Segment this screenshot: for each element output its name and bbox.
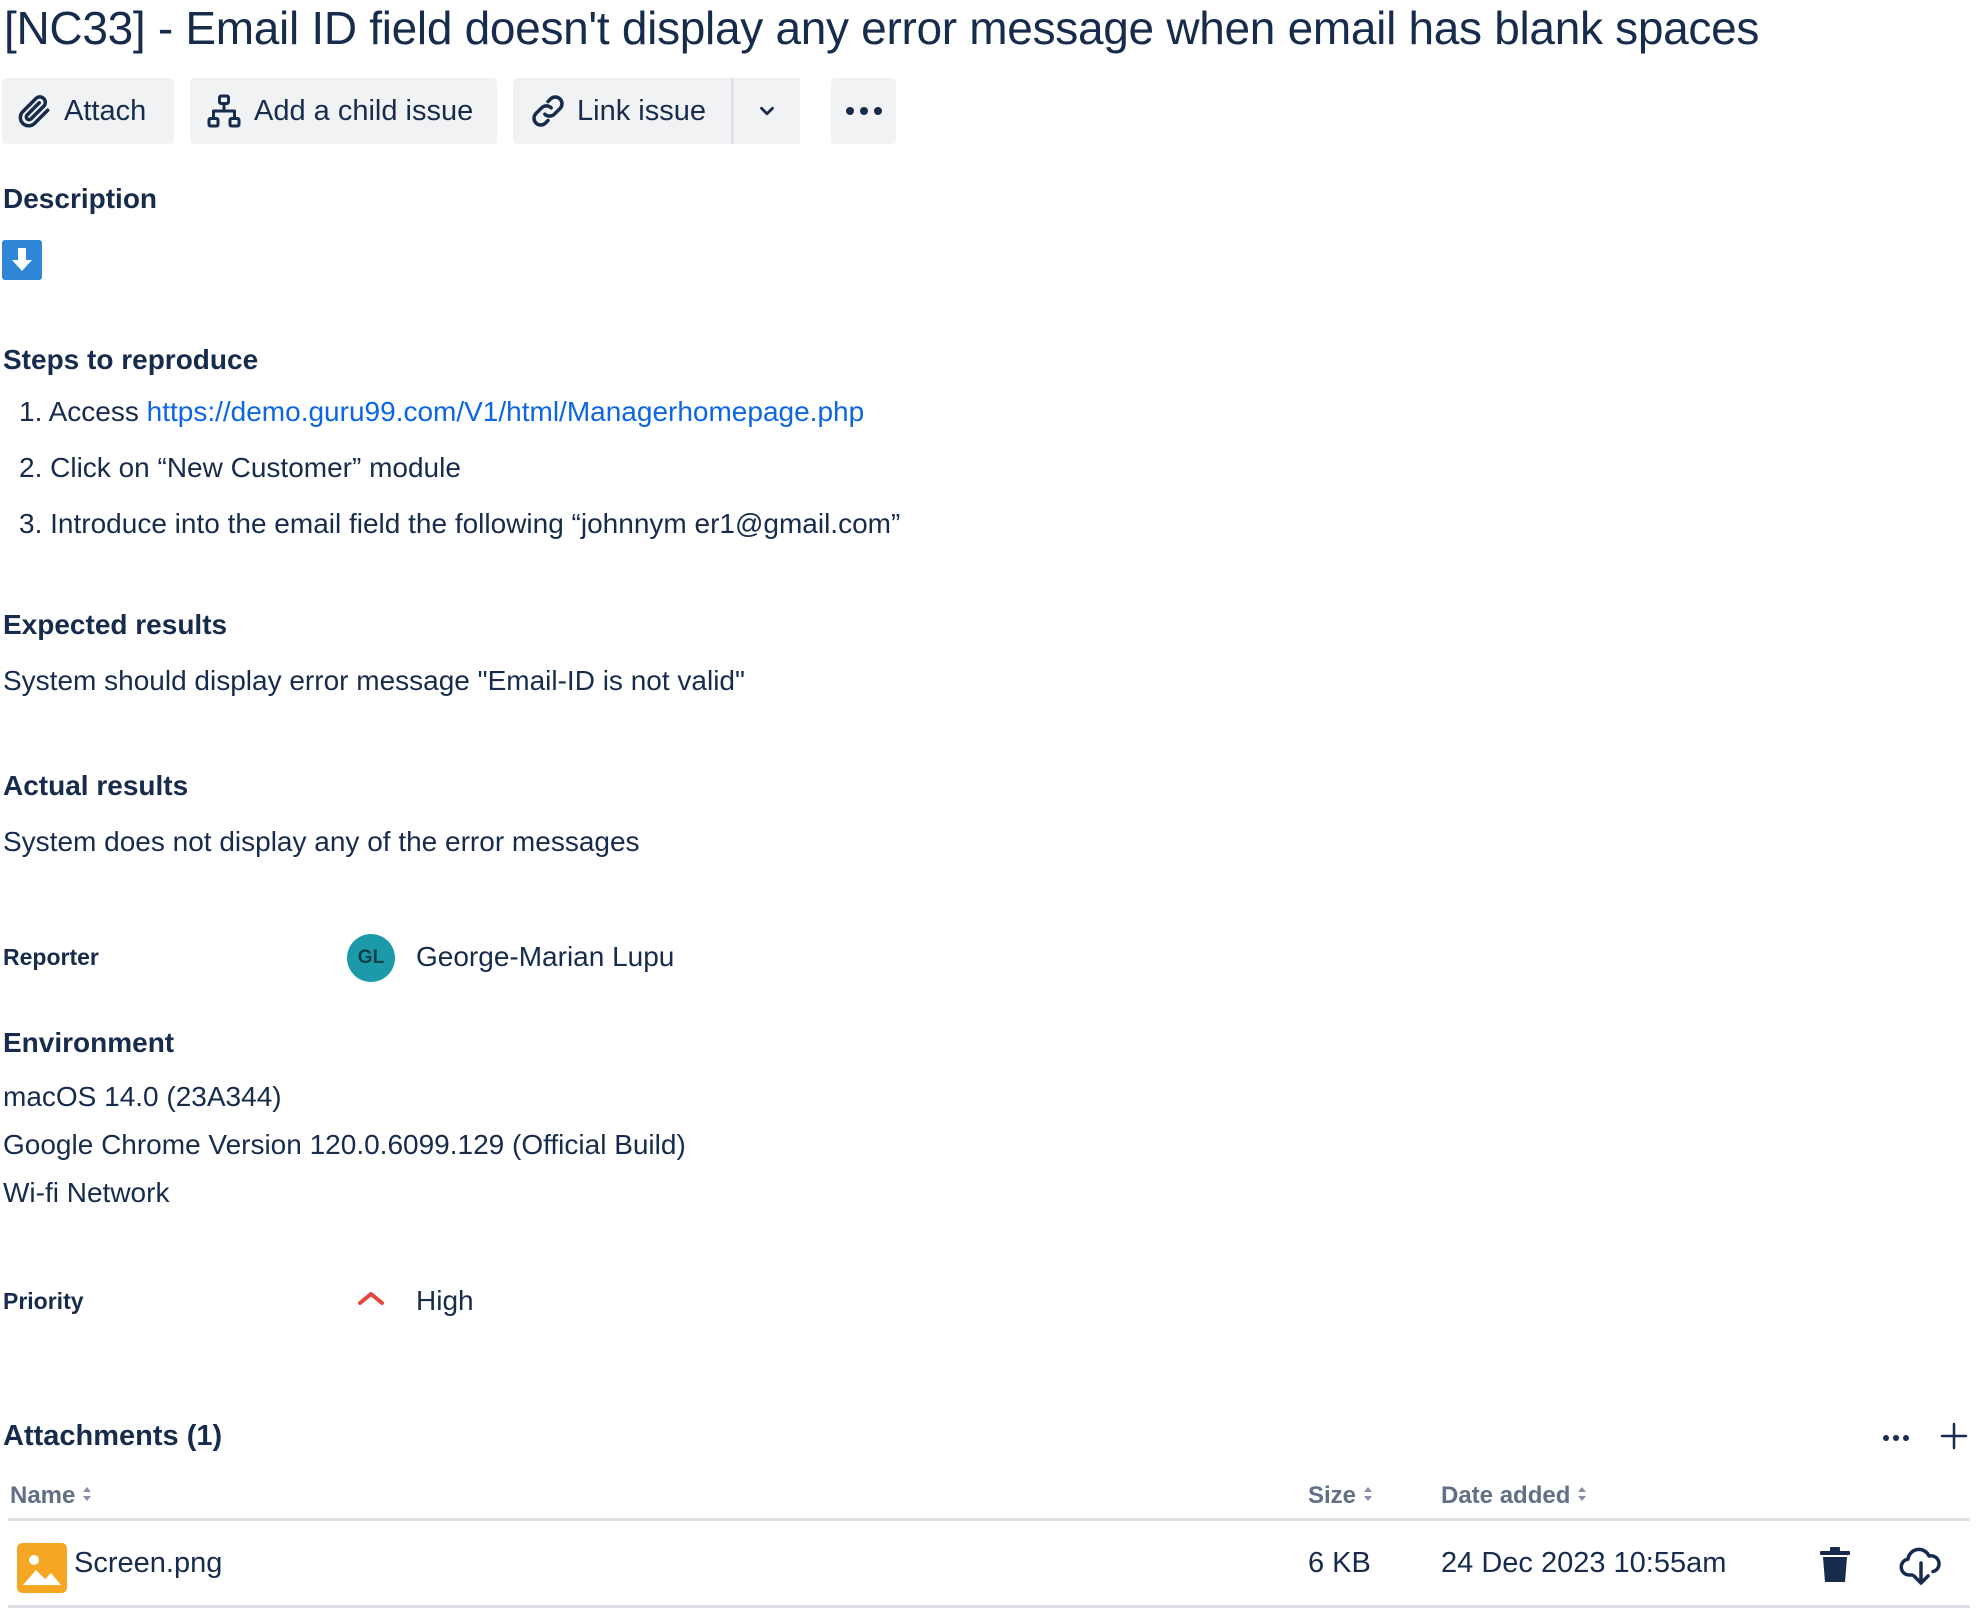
link-issue-label: Link issue xyxy=(577,94,706,127)
sort-icon xyxy=(81,1482,93,1510)
actual-results-heading: Actual results xyxy=(3,770,189,801)
environment-line: macOS 14.0 (23A344) xyxy=(3,1081,282,1112)
actual-results-text: System does not display any of the error… xyxy=(3,826,640,857)
step-2: 2. Click on “New Customer” module xyxy=(19,452,461,484)
step-3: 3. Introduce into the email field the fo… xyxy=(19,508,900,540)
attach-button[interactable]: Attach xyxy=(2,78,174,144)
column-header-date-added[interactable]: Date added xyxy=(1441,1482,1588,1510)
table-header-divider xyxy=(8,1518,1970,1521)
column-header-label: Size xyxy=(1308,1482,1357,1509)
priority-high-icon xyxy=(357,1289,385,1312)
more-actions-button[interactable] xyxy=(831,78,896,144)
issue-page: [NC33] - Email ID field doesn't display … xyxy=(0,0,1978,1610)
column-header-size[interactable]: Size xyxy=(1308,1482,1374,1510)
add-child-issue-button[interactable]: Add a child issue xyxy=(190,78,497,144)
step-number: 3. xyxy=(19,508,43,539)
reporter-name[interactable]: George-Marian Lupu xyxy=(416,941,674,973)
step-1: 1. Access https://demo.guru99.com/V1/htm… xyxy=(19,396,864,428)
priority-label: Priority xyxy=(3,1288,84,1314)
attachment-size: 6 KB xyxy=(1308,1547,1371,1579)
attachments-more-button[interactable] xyxy=(1881,1424,1911,1457)
step-text: Access xyxy=(48,396,147,427)
link-issue-dropdown-button[interactable] xyxy=(734,78,800,144)
add-child-issue-label: Add a child issue xyxy=(254,94,474,127)
step-number: 1. xyxy=(19,396,43,427)
download-arrow-icon xyxy=(2,240,42,280)
chevron-down-icon xyxy=(756,100,778,122)
table-row-divider xyxy=(8,1605,1970,1608)
column-header-name[interactable]: Name xyxy=(10,1482,93,1510)
issue-title[interactable]: [NC33] - Email ID field doesn't display … xyxy=(4,2,1759,54)
environment-heading: Environment xyxy=(3,1027,175,1058)
step-number: 2. xyxy=(19,452,43,483)
column-header-label: Date added xyxy=(1441,1482,1571,1509)
image-file-icon xyxy=(17,1543,67,1593)
sort-icon xyxy=(1576,1482,1588,1510)
trash-icon[interactable] xyxy=(1818,1546,1852,1589)
attachment-name[interactable]: Screen.png xyxy=(74,1547,222,1580)
add-attachment-button[interactable] xyxy=(1938,1420,1970,1457)
environment-line: Wi-fi Network xyxy=(3,1177,170,1208)
step-text: Click on “New Customer” module xyxy=(50,452,461,483)
steps-heading: Steps to reproduce xyxy=(3,344,259,375)
expected-results-heading: Expected results xyxy=(3,609,228,640)
attachments-title: Attachments (1) xyxy=(3,1420,223,1452)
attach-label: Attach xyxy=(64,94,147,127)
sort-icon xyxy=(1362,1482,1374,1510)
step-text: Introduce into the email field the follo… xyxy=(50,508,901,539)
more-icon xyxy=(844,105,884,117)
guru99-link[interactable]: https://demo.guru99.com/V1/html/Managerh… xyxy=(147,396,865,427)
priority-value[interactable]: High xyxy=(416,1285,474,1317)
paperclip-icon xyxy=(16,92,54,130)
hierarchy-icon xyxy=(206,92,242,130)
link-icon xyxy=(529,92,567,130)
attachment-date: 24 Dec 2023 10:55am xyxy=(1441,1547,1727,1579)
description-heading: Description xyxy=(3,183,158,214)
avatar[interactable]: GL xyxy=(347,934,395,982)
cloud-download-icon[interactable] xyxy=(1899,1545,1943,1592)
column-header-label: Name xyxy=(10,1482,76,1509)
expected-results-text: System should display error message "Ema… xyxy=(3,665,745,696)
reporter-label: Reporter xyxy=(3,944,99,970)
environment-line: Google Chrome Version 120.0.6099.129 (Of… xyxy=(3,1129,686,1160)
